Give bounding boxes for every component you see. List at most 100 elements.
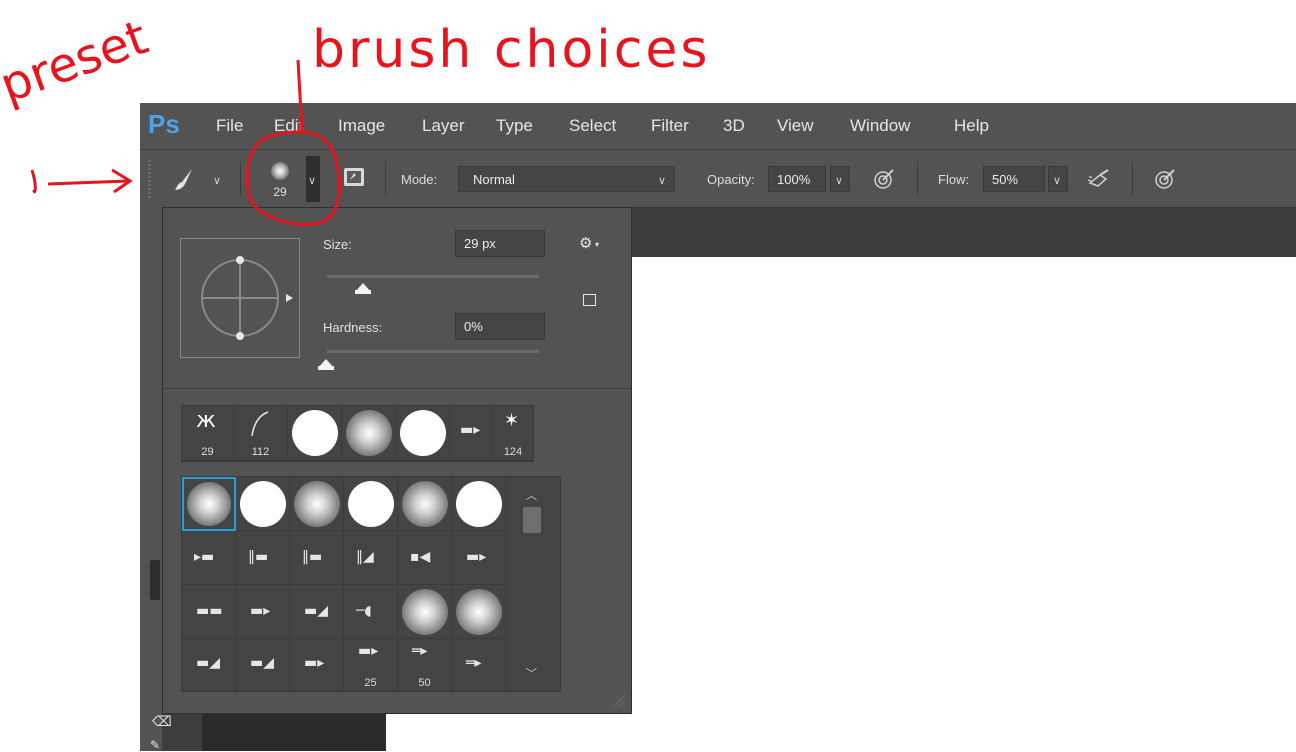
hardness-slider-thumb-base: [318, 366, 334, 370]
hard-round-brush-icon: [348, 481, 394, 527]
brush-hard-round-3[interactable]: [452, 477, 506, 531]
soft-round-brush-icon: [294, 481, 340, 527]
brush-tip-10[interactable]: ─◖: [344, 585, 398, 639]
menu-window[interactable]: Window: [850, 103, 910, 149]
menu-edit[interactable]: Edit: [274, 103, 303, 149]
brush-soft-round-3[interactable]: [398, 477, 452, 531]
arrowhead-icon: [111, 168, 133, 194]
menu-view[interactable]: View: [777, 103, 814, 149]
opacity-dropdown[interactable]: ∨: [830, 166, 850, 192]
brush-tip-7[interactable]: ▬▬: [182, 585, 236, 639]
brush-tip-4[interactable]: ‖◢: [344, 531, 398, 585]
brush-settings-panel-toggle[interactable]: [344, 168, 364, 186]
menu-filter[interactable]: Filter: [651, 103, 689, 149]
airbrush-toggle[interactable]: [1086, 167, 1112, 191]
recent-brush-soft-round[interactable]: [342, 406, 396, 461]
mode-select[interactable]: Normal ∨: [458, 166, 675, 192]
brush-tip-15[interactable]: ═▸ 50: [398, 639, 452, 691]
chisel-brush-icon: ▬▸: [250, 603, 271, 619]
brush-soft-round-5[interactable]: [452, 585, 506, 639]
brush-soft-round-selected[interactable]: [182, 477, 236, 531]
menu-file[interactable]: File: [216, 103, 243, 149]
pressure-opacity-toggle[interactable]: [872, 167, 896, 191]
brush-preset-picker-panel: Size: 29 px Hardness: 0% ⚙ ▾ ж 29 112 ▬▸…: [162, 207, 632, 714]
preset-dropdown-chevron-icon[interactable]: ∨: [213, 174, 221, 187]
gear-icon[interactable]: ⚙: [579, 234, 592, 252]
hard-round-brush-icon: [240, 481, 286, 527]
brush-tip-9[interactable]: ▬◢: [290, 585, 344, 639]
brush-hard-round[interactable]: [236, 477, 290, 531]
brush-tip-8[interactable]: ▬▸: [236, 585, 290, 639]
hardness-input[interactable]: 0%: [455, 313, 545, 340]
eraser-tool-icon[interactable]: ⌫: [152, 714, 172, 730]
annotation-preset: preset: [0, 9, 155, 115]
recent-brush-hard-round-2[interactable]: [396, 406, 450, 461]
pencil-brush-icon: ▬▸: [304, 655, 325, 671]
size-slider-track[interactable]: [327, 275, 539, 278]
size-label: Size:: [323, 237, 352, 252]
menu-type[interactable]: Type: [496, 103, 533, 149]
flow-dropdown[interactable]: ∨: [1048, 166, 1068, 192]
brush-angle-preview[interactable]: [180, 238, 300, 358]
brush-hard-round-2[interactable]: [344, 477, 398, 531]
size-input[interactable]: 29 px: [455, 230, 545, 257]
scrollbar-thumb[interactable]: [523, 507, 541, 533]
menu-layer[interactable]: Layer: [422, 103, 465, 149]
brush-tip-1[interactable]: ▸▬: [182, 531, 236, 585]
soft-brush-tip-icon: [271, 162, 289, 180]
brush-preset-picker[interactable]: 29: [262, 156, 298, 200]
recent-brush-stroke[interactable]: 112: [234, 406, 288, 461]
opacity-value: 100%: [777, 172, 811, 187]
hardness-slider-track[interactable]: [327, 350, 539, 353]
size-slider-thumb-base: [355, 290, 371, 294]
hardness-value: 0%: [464, 319, 483, 334]
recent-brush-leaf[interactable]: ✶ 124: [492, 406, 534, 461]
brush-soft-round-4[interactable]: [398, 585, 452, 639]
resize-grip-icon[interactable]: [609, 691, 627, 709]
brush-tool-icon[interactable]: ✎: [150, 738, 160, 752]
chevron-down-icon: ∨: [308, 174, 317, 187]
menu-help[interactable]: Help: [954, 103, 989, 149]
brush-picker-dropdown[interactable]: ∨: [306, 156, 320, 202]
bristle-brush-icon: ▸▬: [194, 549, 215, 565]
recent-brush-hard-round[interactable]: [288, 406, 342, 461]
scroll-down-icon[interactable]: ﹀: [526, 665, 537, 681]
angled-brush-icon: ▬◢: [250, 655, 274, 671]
gear-menu-chevron-icon[interactable]: ▾: [595, 240, 599, 249]
brush-tip-14[interactable]: ▬▸ 25: [344, 639, 398, 691]
brush-size-label: 50: [418, 677, 431, 689]
menu-select[interactable]: Select: [569, 103, 616, 149]
brush-tip-16[interactable]: ═▸: [452, 639, 506, 691]
recent-brush-butterfly[interactable]: ж 29: [182, 406, 234, 461]
brush-tip-12[interactable]: ▬◢: [236, 639, 290, 691]
pressure-size-toggle[interactable]: [1153, 167, 1177, 191]
soft-round-brush-icon: [456, 589, 502, 635]
angled-brush-icon: ▬◢: [196, 655, 220, 671]
tool-preset-picker[interactable]: [170, 164, 200, 194]
brush-tip-13[interactable]: ▬▸: [290, 639, 344, 691]
brush-tip-5[interactable]: ▪◀: [398, 531, 452, 585]
brush-soft-round-2[interactable]: [290, 477, 344, 531]
divider: [1132, 162, 1133, 196]
document-tab-bar: [630, 207, 1296, 257]
brush-size-label: 112: [251, 446, 270, 458]
chisel-brush-icon: ▬▸: [466, 549, 487, 565]
brush-tip-6[interactable]: ▬▸: [452, 531, 506, 585]
brush-grid-scrollbar[interactable]: ︿ ﹀: [506, 477, 560, 691]
menu-image[interactable]: Image: [338, 103, 385, 149]
brush-tip-2[interactable]: ‖▬: [236, 531, 290, 585]
recent-brush-chisel[interactable]: ▬▸: [450, 406, 492, 461]
brush-angle-roundness-icon: [201, 256, 293, 340]
divider: [385, 162, 386, 196]
active-tool-indicator[interactable]: [150, 560, 160, 600]
new-preset-icon[interactable]: [583, 294, 596, 306]
flow-input[interactable]: 50%: [983, 166, 1045, 192]
brush-tip-11[interactable]: ▬◢: [182, 639, 236, 691]
scroll-up-icon[interactable]: ︿: [526, 487, 537, 503]
options-bar-grip[interactable]: [148, 160, 151, 198]
brush-icon: [175, 169, 192, 190]
opacity-input[interactable]: 100%: [768, 166, 826, 192]
menu-3d[interactable]: 3D: [723, 103, 745, 149]
brush-tip-3[interactable]: ‖▬: [290, 531, 344, 585]
hardness-label: Hardness:: [323, 320, 383, 335]
